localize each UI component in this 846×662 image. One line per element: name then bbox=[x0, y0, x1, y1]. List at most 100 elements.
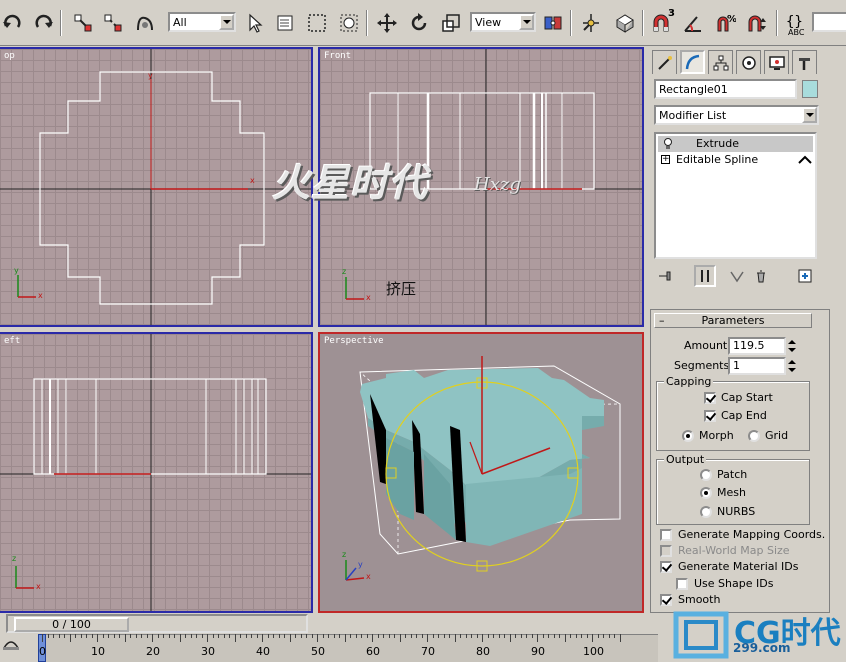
edit-named-selection-icon[interactable]: {} ABC bbox=[782, 10, 808, 37]
track-tick bbox=[592, 634, 593, 642]
modifier-list-dropdown[interactable]: Modifier List bbox=[654, 105, 819, 125]
command-panel-tabs bbox=[652, 50, 842, 76]
track-tick bbox=[135, 634, 137, 638]
axis-y-label: y bbox=[148, 71, 153, 80]
configure-modifier-sets-icon[interactable] bbox=[794, 265, 816, 287]
viewport-perspective[interactable]: Perspective z x y bbox=[318, 332, 644, 613]
select-and-move-icon[interactable] bbox=[374, 10, 400, 36]
time-slider-thumb[interactable]: 0 / 100 bbox=[14, 617, 129, 632]
segments-input[interactable]: 1 bbox=[728, 357, 786, 375]
object-color-swatch[interactable] bbox=[802, 80, 818, 98]
select-and-manipulate-icon[interactable] bbox=[578, 10, 604, 36]
track-tick bbox=[421, 634, 423, 638]
select-and-scale-icon[interactable] bbox=[438, 10, 464, 36]
track-tick bbox=[597, 634, 599, 638]
track-tick bbox=[196, 634, 197, 638]
remove-modifier-icon[interactable] bbox=[750, 265, 772, 287]
viewport-top[interactable]: op y x y x bbox=[0, 47, 313, 327]
track-tick bbox=[229, 634, 230, 638]
amount-input[interactable]: 119.5 bbox=[728, 337, 786, 355]
select-and-link-icon[interactable] bbox=[70, 10, 96, 36]
track-tick bbox=[47, 634, 49, 638]
rectangular-selection-icon[interactable] bbox=[304, 10, 330, 36]
selection-filter-value: All bbox=[173, 16, 187, 29]
use-pivot-center-icon[interactable] bbox=[540, 10, 566, 36]
time-slider[interactable]: 0 / 100 bbox=[6, 614, 308, 633]
viewport-label[interactable]: eft bbox=[4, 336, 20, 346]
track-tick bbox=[53, 634, 54, 638]
modifier-stack-item-editable-spline[interactable]: + Editable Spline bbox=[658, 152, 813, 168]
keyboard-shortcut-override-icon[interactable] bbox=[612, 10, 638, 36]
track-tick bbox=[460, 634, 461, 638]
track-tick bbox=[141, 634, 142, 638]
open-mini-curve-editor-icon[interactable] bbox=[2, 634, 20, 652]
tab-create[interactable] bbox=[652, 50, 677, 74]
viewport-label[interactable]: Perspective bbox=[324, 336, 384, 346]
track-tick bbox=[416, 634, 417, 638]
toolbar-separator bbox=[642, 10, 644, 36]
amount-spinner[interactable] bbox=[787, 337, 797, 355]
generate-mapping-checkbox[interactable] bbox=[660, 529, 672, 541]
parameters-rollout-header[interactable]: – Parameters bbox=[654, 313, 812, 328]
unlink-selection-icon[interactable] bbox=[100, 10, 126, 36]
select-and-rotate-icon[interactable] bbox=[406, 10, 432, 36]
patch-radio[interactable] bbox=[700, 469, 712, 481]
reference-coordinate-dropdown[interactable]: View bbox=[470, 12, 536, 32]
tab-display[interactable] bbox=[764, 50, 789, 74]
amount-label: Amount: bbox=[684, 339, 731, 352]
modifier-stack-item-extrude[interactable]: Extrude bbox=[658, 136, 813, 152]
morph-radio[interactable] bbox=[682, 430, 694, 442]
track-tick bbox=[245, 634, 247, 638]
make-unique-icon[interactable] bbox=[726, 265, 748, 287]
cap-start-label: Cap Start bbox=[721, 391, 773, 404]
use-shape-ids-checkbox[interactable] bbox=[676, 578, 688, 590]
collapse-minus-icon[interactable]: – bbox=[659, 314, 665, 327]
percent-snap-icon[interactable]: % bbox=[712, 10, 738, 36]
cap-end-checkbox[interactable] bbox=[704, 410, 716, 422]
segments-spinner[interactable] bbox=[787, 357, 797, 375]
show-end-result-icon[interactable] bbox=[694, 265, 716, 287]
track-tick bbox=[152, 634, 153, 642]
selection-filter-dropdown[interactable]: All bbox=[168, 12, 236, 32]
track-tick bbox=[273, 634, 274, 638]
select-by-name-icon[interactable] bbox=[272, 10, 298, 36]
tab-hierarchy[interactable] bbox=[708, 50, 733, 74]
nurbs-radio[interactable] bbox=[700, 506, 712, 518]
named-selection-set-field[interactable] bbox=[812, 12, 846, 32]
use-shape-ids-label: Use Shape IDs bbox=[694, 577, 774, 590]
gizmo-z-label: z bbox=[342, 550, 347, 559]
track-tick bbox=[482, 634, 483, 642]
bind-space-warp-icon[interactable] bbox=[132, 10, 158, 36]
tab-modify[interactable] bbox=[680, 50, 705, 74]
track-tick bbox=[350, 634, 351, 638]
window-crossing-icon[interactable] bbox=[336, 10, 362, 36]
gizmo-y-label: y bbox=[14, 266, 19, 275]
select-object-icon[interactable] bbox=[242, 10, 268, 36]
expand-plus-icon[interactable]: + bbox=[661, 155, 670, 164]
track-tick-label: 10 bbox=[91, 645, 105, 658]
real-world-label: Real-World Map Size bbox=[678, 544, 790, 557]
mesh-radio[interactable] bbox=[700, 487, 712, 499]
track-tick bbox=[240, 634, 241, 638]
redo-icon[interactable] bbox=[30, 10, 56, 36]
tab-utilities[interactable] bbox=[792, 50, 817, 74]
track-tick bbox=[207, 634, 208, 642]
grid-radio[interactable] bbox=[748, 430, 760, 442]
generate-material-ids-checkbox[interactable] bbox=[660, 561, 672, 573]
track-tick bbox=[190, 634, 192, 638]
viewport-label[interactable]: Front bbox=[324, 51, 351, 61]
viewport-left[interactable]: eft z x bbox=[0, 332, 313, 613]
track-tick bbox=[548, 634, 549, 638]
tab-motion[interactable] bbox=[736, 50, 761, 74]
track-tick bbox=[581, 634, 582, 638]
snaps-toggle-icon[interactable]: 3 bbox=[648, 8, 675, 36]
angle-snap-icon[interactable] bbox=[680, 10, 706, 36]
object-name-field[interactable]: Rectangle01 bbox=[654, 79, 797, 99]
track-tick bbox=[256, 634, 258, 638]
viewport-label[interactable]: op bbox=[4, 51, 15, 61]
undo-icon[interactable] bbox=[0, 10, 26, 36]
pin-stack-icon[interactable] bbox=[654, 265, 676, 287]
track-tick bbox=[278, 634, 280, 638]
cap-start-checkbox[interactable] bbox=[704, 392, 716, 404]
spinner-snap-icon[interactable] bbox=[744, 10, 770, 36]
